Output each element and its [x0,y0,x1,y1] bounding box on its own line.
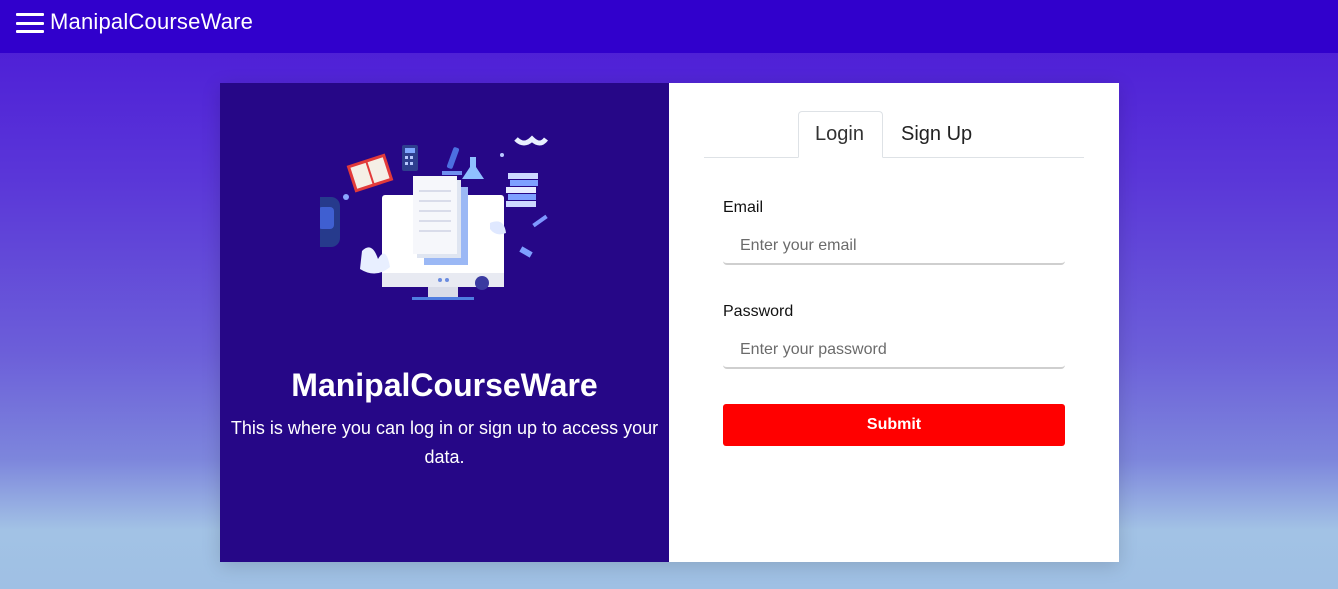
auth-form-panel: Login Sign Up Email Password Submit [669,83,1119,562]
welcome-title: ManipalCourseWare [291,367,598,403]
welcome-panel: ManipalCourseWare This is where you can … [220,83,669,562]
password-field[interactable] [723,333,1065,369]
auth-tabs: Login Sign Up [704,111,1084,158]
hamburger-menu-icon[interactable] [16,13,44,33]
tab-sign-up[interactable]: Sign Up [884,111,990,158]
navbar-brand[interactable]: ManipalCourseWare [50,9,253,35]
email-field[interactable] [723,229,1065,265]
auth-card: ManipalCourseWare This is where you can … [220,83,1119,562]
education-illustration [320,135,548,300]
submit-button[interactable]: Submit [723,404,1065,446]
password-label: Password [723,303,794,320]
top-navbar: ManipalCourseWare [0,0,1338,53]
email-label: Email [723,199,764,216]
tab-login[interactable]: Login [798,111,883,158]
welcome-description: This is where you can log in or sign up … [230,418,659,467]
